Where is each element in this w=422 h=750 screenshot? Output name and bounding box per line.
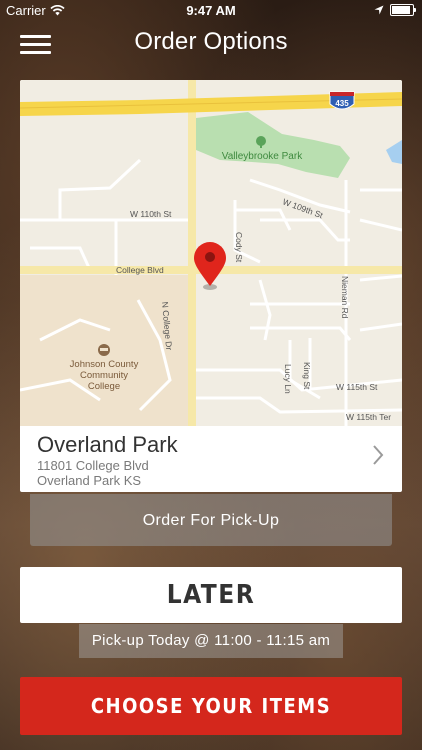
street-label-king: King St — [302, 362, 312, 390]
street-label-w110: W 110th St — [130, 209, 172, 219]
status-right — [374, 4, 416, 16]
college-icon — [98, 344, 110, 356]
chevron-right-icon — [373, 445, 384, 465]
street-label-lucy: Lucy Ln — [283, 364, 293, 394]
order-type-button[interactable]: Order For Pick-Up — [30, 494, 392, 546]
location-arrow-icon — [374, 5, 384, 15]
location-address-line2: Overland Park KS — [37, 473, 142, 488]
pickup-time-label[interactable]: Pick-up Today @ 11:00 - 11:15 am — [79, 624, 343, 658]
interstate-shield-icon: 435 — [329, 91, 355, 110]
street-label-college-blvd: College Blvd — [116, 265, 164, 275]
status-bar: Carrier 9:47 AM — [0, 0, 422, 22]
later-button[interactable]: LATER — [20, 567, 402, 623]
interstate-number: 435 — [335, 99, 349, 108]
location-card: 435 Valleybrooke Park Johnson County Com… — [20, 80, 402, 492]
street-label-w115ter: W 115th Ter — [346, 412, 391, 422]
street-label-cody: Cody St — [234, 232, 244, 263]
street-label-nieman: Nieman Rd — [340, 276, 350, 319]
choose-items-button[interactable]: CHOOSE YOUR ITEMS — [20, 677, 402, 735]
college-label-3: College — [88, 381, 120, 392]
location-info-row[interactable]: Overland Park 11801 College Blvd Overlan… — [20, 426, 402, 492]
n-college-road — [188, 80, 196, 426]
park-label: Valleybrooke Park — [222, 151, 303, 162]
battery-icon — [390, 4, 416, 16]
college-label-2: Community — [80, 370, 128, 381]
status-time: 9:47 AM — [186, 3, 236, 18]
map-view[interactable]: 435 Valleybrooke Park Johnson County Com… — [20, 80, 402, 426]
location-address-line1: 11801 College Blvd — [37, 458, 149, 473]
college-label-1: Johnson County — [70, 359, 139, 370]
page-title: Order Options — [134, 28, 288, 55]
battery-level — [392, 6, 410, 14]
location-name: Overland Park — [37, 432, 178, 457]
street-label-w115: W 115th St — [336, 382, 378, 392]
nav-bar: Order Options — [0, 22, 422, 62]
